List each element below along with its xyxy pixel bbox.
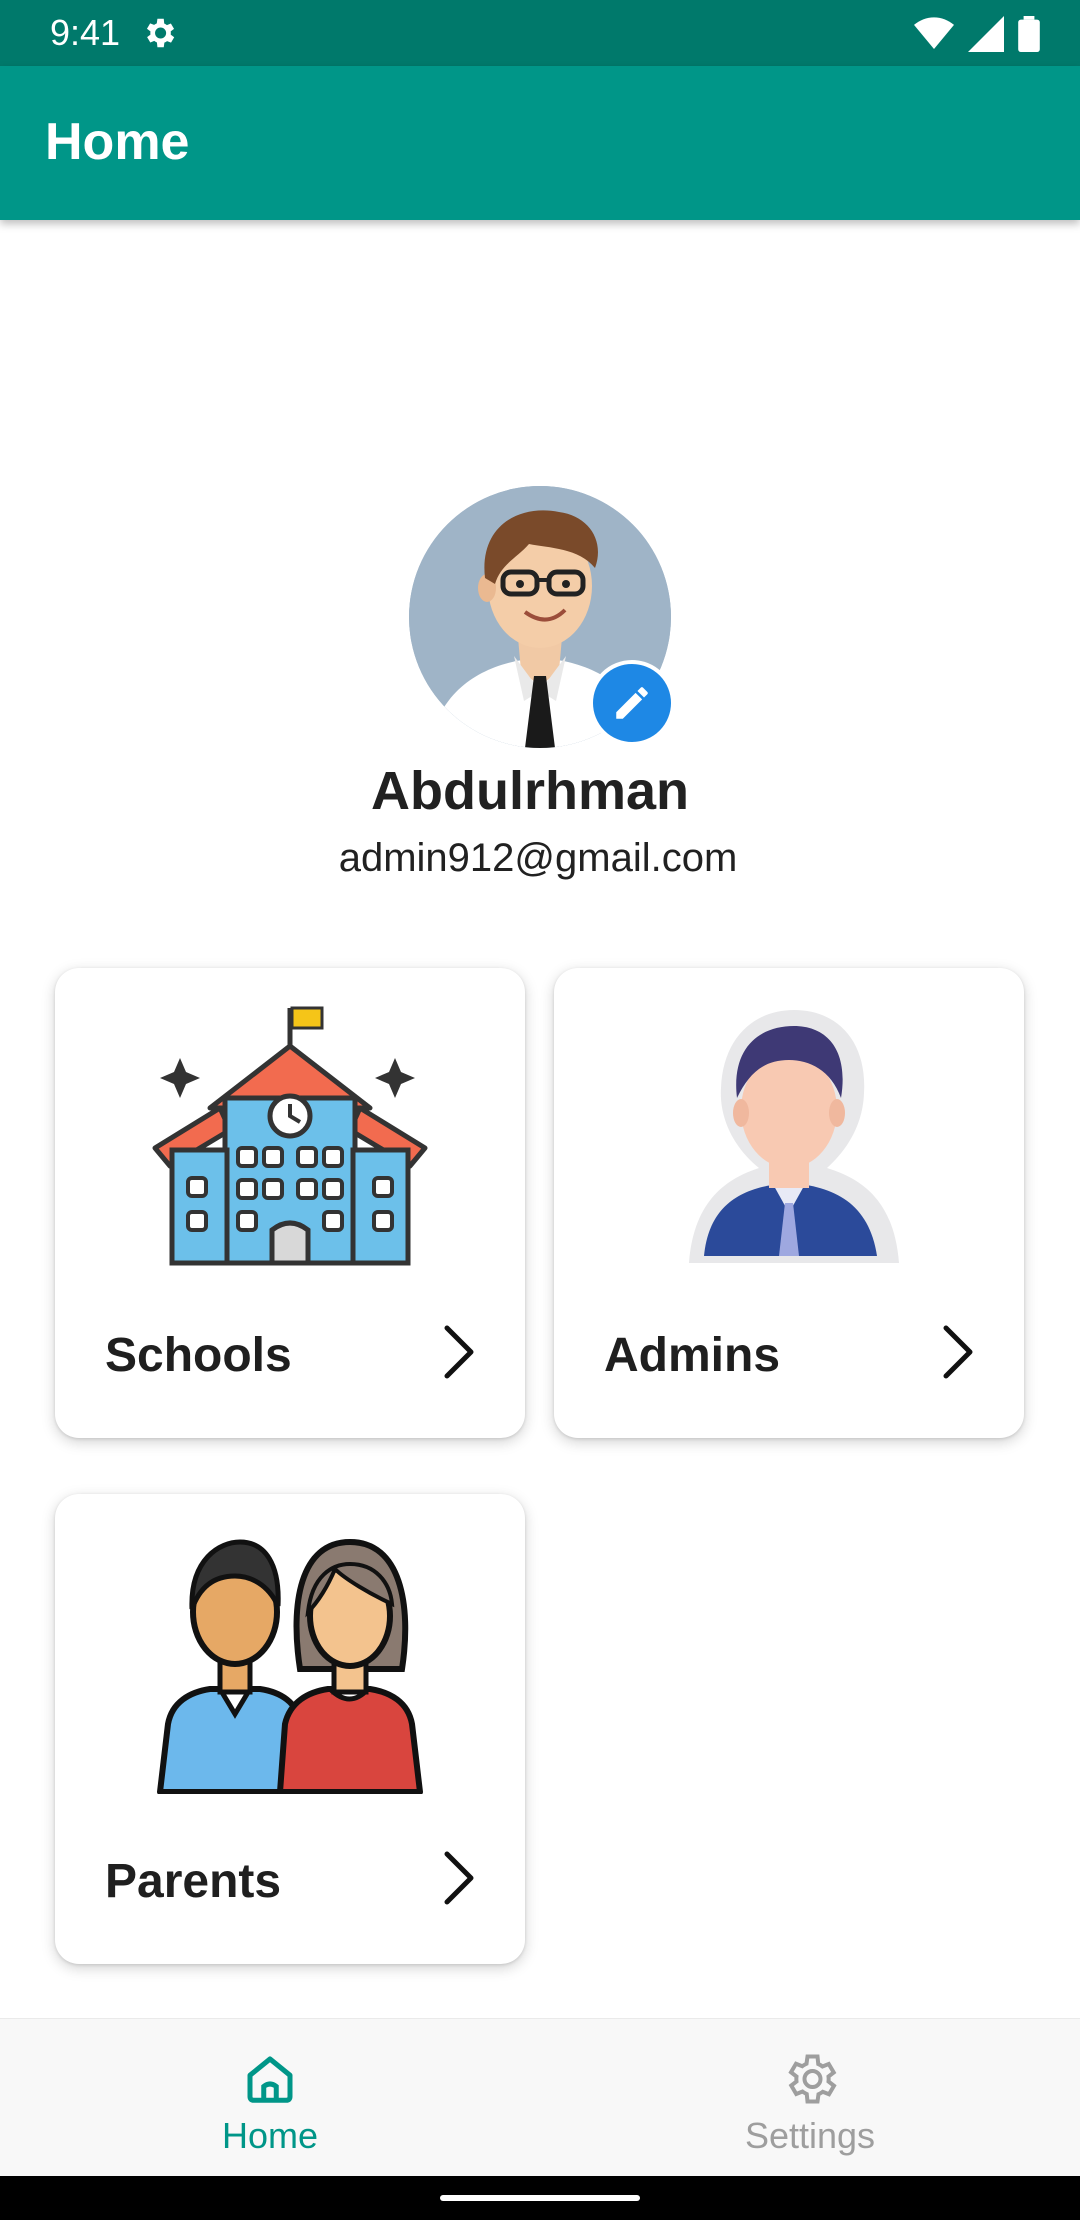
- app-bar: Home: [0, 66, 1080, 220]
- parents-card[interactable]: Parents: [55, 1494, 525, 1964]
- nav-settings[interactable]: Settings: [540, 2019, 1080, 2177]
- parents-label: Parents: [105, 1855, 282, 1908]
- page-title: Home: [45, 113, 190, 171]
- schools-label: Schools: [105, 1329, 292, 1382]
- edit-profile-button[interactable]: [589, 660, 675, 746]
- signal-icon: [968, 16, 1004, 52]
- admin-person-icon: [689, 1010, 899, 1263]
- status-icons: [914, 14, 1040, 54]
- chevron-right-icon: [444, 1851, 474, 1905]
- profile-email: admin912@gmail.com: [338, 836, 738, 880]
- schools-card[interactable]: Schools: [55, 968, 525, 1438]
- profile-avatar-container: [409, 486, 675, 748]
- settings-gear-icon: [146, 18, 175, 48]
- home-gesture-handle[interactable]: [440, 2195, 640, 2201]
- status-time: 9:41: [50, 12, 121, 53]
- home-icon: [247, 2056, 293, 2103]
- battery-icon: [1018, 16, 1040, 52]
- chevron-right-icon: [444, 1325, 474, 1379]
- school-building-icon: [152, 1006, 428, 1266]
- gesture-bar: [0, 2176, 1080, 2220]
- admins-card[interactable]: Admins: [554, 968, 1024, 1438]
- nav-home[interactable]: Home: [0, 2019, 540, 2177]
- parents-icon: [157, 1538, 423, 1794]
- nav-home-label: Home: [221, 2115, 319, 2156]
- settings-icon: [788, 2054, 837, 2104]
- profile-name: Abdulrhman: [371, 761, 689, 821]
- admins-label: Admins: [604, 1329, 781, 1382]
- pencil-icon: [616, 687, 648, 719]
- chevron-right-icon: [943, 1325, 973, 1379]
- wifi-icon: [914, 17, 954, 49]
- bottom-navigation: Home Settings: [0, 2018, 1080, 2177]
- status-bar: 9:41: [0, 0, 1080, 66]
- nav-settings-label: Settings: [744, 2115, 876, 2156]
